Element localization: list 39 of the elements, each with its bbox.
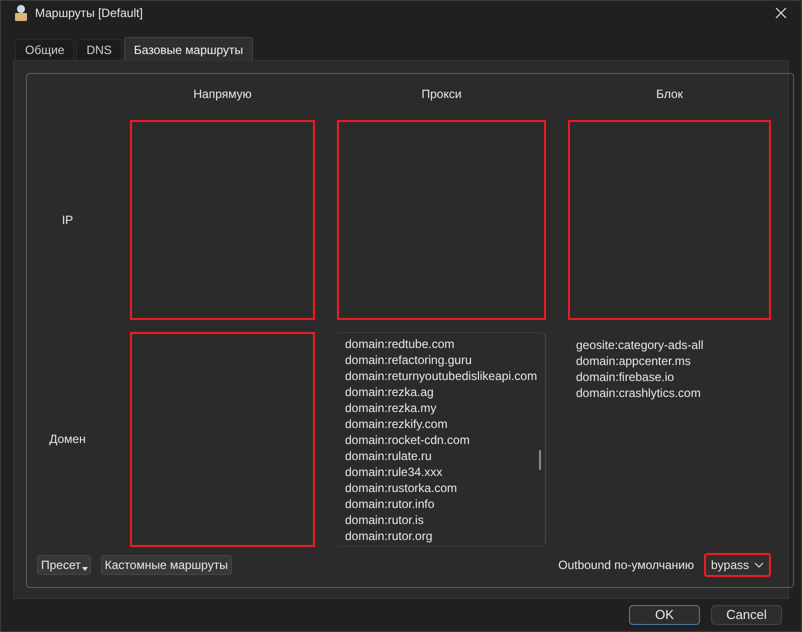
dialog-button[interactable]: Cancel bbox=[711, 604, 782, 625]
row-label: IP bbox=[60, 212, 74, 227]
rule-line: domain:firebase.io bbox=[576, 368, 676, 385]
dialog-button[interactable]: OK bbox=[629, 604, 700, 625]
scrollbar[interactable] bbox=[539, 450, 541, 470]
rule-line: domain:appcenter.ms bbox=[576, 352, 692, 369]
rule-line: domain:rustorka.com bbox=[345, 480, 458, 496]
row-label: Домен bbox=[48, 432, 87, 446]
rule-line: domain:rutor.is bbox=[345, 512, 425, 528]
caret-icon bbox=[82, 566, 88, 571]
text-area[interactable]: geosite:category-ads-all domain:appcenter.ms domain:firebase.io domain:crashlytics.com bbox=[568, 332, 771, 547]
rule-line: domain:returnyoutubedislikeapi.com bbox=[345, 368, 538, 384]
text-area[interactable] bbox=[337, 332, 546, 547]
tab[interactable]: Общие bbox=[15, 38, 74, 60]
rule-line: domain:rocket-cdn.com bbox=[345, 432, 471, 448]
rule-line: domain:rutor.info bbox=[345, 496, 436, 512]
column-header: Напрямую bbox=[192, 86, 253, 101]
chevron-icon bbox=[754, 562, 764, 568]
column-header: Блок bbox=[655, 86, 684, 101]
rule-line: domain:refactoring.guru bbox=[345, 352, 473, 368]
rule-line: domain:rule34.xxx bbox=[345, 464, 444, 480]
rule-line: domain:redtube.com bbox=[345, 336, 456, 352]
tab[interactable]: DNS bbox=[76, 38, 122, 60]
rule-line: domain:crashlytics.com bbox=[576, 384, 702, 401]
rule-line: geosite:category-ads-all bbox=[576, 336, 704, 353]
rule-line: domain:rulate.ru bbox=[345, 448, 433, 464]
rule-line: domain:rutor.org bbox=[345, 528, 434, 544]
window-title: Маршруты [Default] bbox=[35, 6, 143, 20]
rule-line: domain:rezkify.com bbox=[345, 416, 448, 432]
rule-line: domain:rezka.my bbox=[345, 400, 438, 416]
close-icon[interactable] bbox=[775, 6, 787, 19]
app-icon bbox=[13, 4, 29, 22]
outbound-dropdown[interactable]: bypass bbox=[704, 552, 771, 577]
rule-line: domain:rezka.ag bbox=[345, 384, 435, 400]
custom-routes-button[interactable]: Кастомные маршруты bbox=[100, 554, 232, 575]
preset-button[interactable]: Пресет bbox=[37, 554, 91, 575]
column-header: Прокси bbox=[420, 86, 463, 101]
outbound-label: Outbound по-умолчанию bbox=[558, 558, 694, 572]
tab[interactable]: Базовые маршруты bbox=[124, 36, 254, 60]
